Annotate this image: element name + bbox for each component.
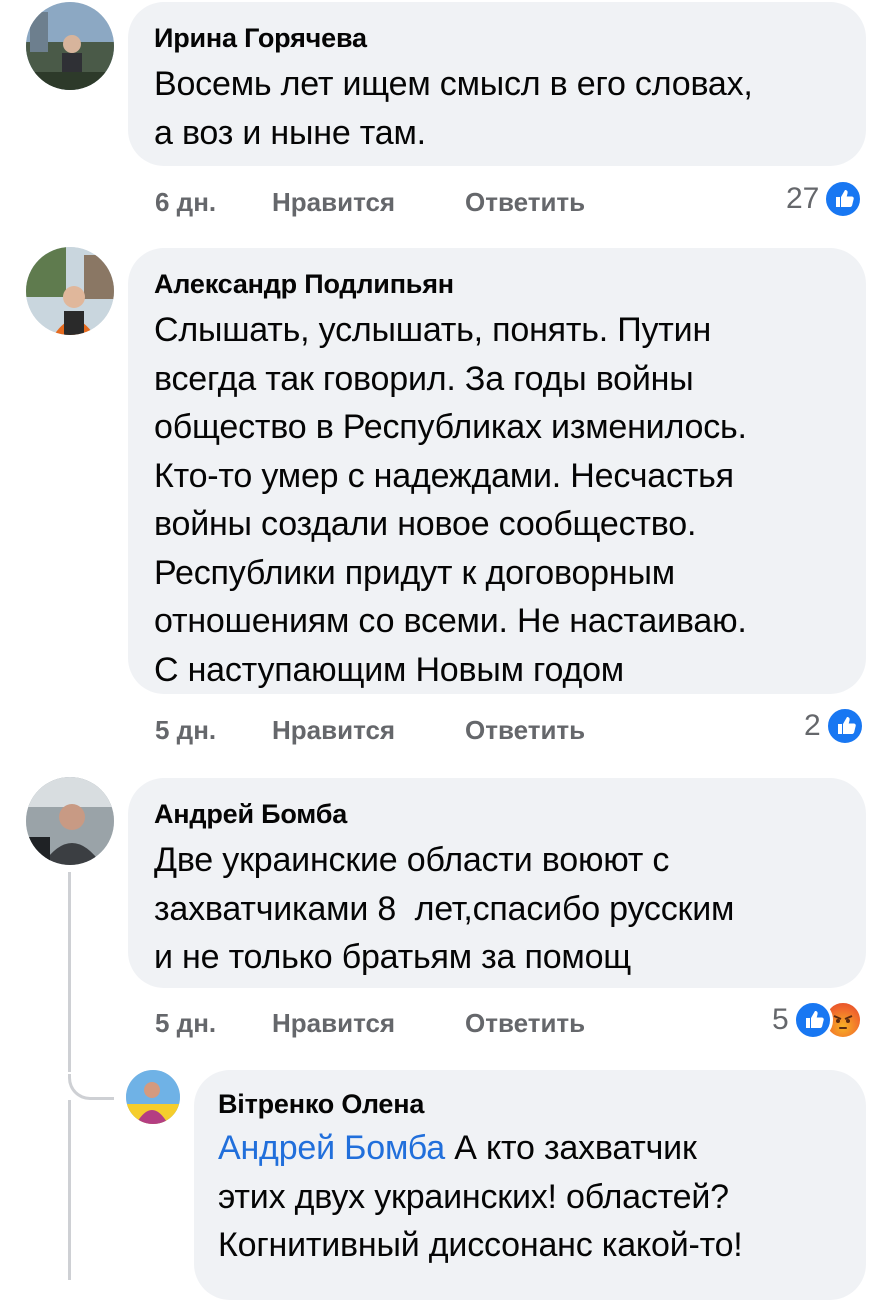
comment-bubble: Андрей Бомба Две украинские области воюю… xyxy=(128,778,866,988)
like-reaction-icon xyxy=(792,1000,833,1040)
comment-text: Две украинские области воюют с захватчик… xyxy=(154,836,846,982)
avatar[interactable] xyxy=(126,1070,180,1124)
like-button[interactable]: Нравится xyxy=(272,187,465,218)
like-reaction-icon xyxy=(823,179,864,219)
comment-actions: 5 дн. Нравится Ответить xyxy=(155,1005,585,1041)
comment-time[interactable]: 5 дн. xyxy=(155,715,272,746)
like-reaction-icon xyxy=(824,706,865,746)
reaction-count[interactable]: 27 xyxy=(786,179,864,219)
reply-text: Андрей Бомба А кто захватчик этих двух у… xyxy=(218,1124,850,1270)
comment-line: а воз и ныне там. xyxy=(154,113,426,152)
reaction-count[interactable]: 2 xyxy=(804,706,865,746)
comment-line: Кто-то умер с надеждами. Несчастья xyxy=(154,456,734,495)
reply-line: Когнитивный диссонанс какой-то! xyxy=(218,1226,743,1264)
comment-line: и не только братьям за помощ xyxy=(154,938,632,976)
avatar[interactable] xyxy=(26,247,114,335)
comment-time[interactable]: 5 дн. xyxy=(155,1008,272,1039)
like-button[interactable]: Нравится xyxy=(272,1008,465,1039)
comment-author[interactable]: Андрей Бомба xyxy=(154,798,846,830)
reply-button[interactable]: Ответить xyxy=(465,1008,585,1039)
comment-time[interactable]: 6 дн. xyxy=(155,187,272,218)
reaction-number: 27 xyxy=(786,182,820,215)
avatar[interactable] xyxy=(26,777,114,865)
reaction-count[interactable]: 5 xyxy=(772,1000,863,1040)
comment-line: Республики придут к договорным xyxy=(154,553,675,592)
comment-line: войны создали новое сообщество. xyxy=(154,505,697,543)
comment-line: Две украинские области воюют с xyxy=(154,841,670,879)
comment-line: отношениям со всеми. Не настаиваю. xyxy=(154,602,747,640)
reply-line-rest: А кто захватчик xyxy=(444,1129,697,1167)
comment-author[interactable]: Александр Подлипьян xyxy=(154,268,846,300)
reply-line: этих двух украинских! областей? xyxy=(218,1177,729,1216)
thread-curve xyxy=(68,1074,114,1100)
reaction-number: 5 xyxy=(772,1003,789,1036)
comment-line: Восемь лет ищем смысл в его словах, xyxy=(154,65,753,103)
comment-author[interactable]: Ирина Горячева xyxy=(154,22,838,54)
comment-actions: 5 дн. Нравится Ответить xyxy=(155,712,585,748)
comment-actions: 6 дн. Нравится Ответить xyxy=(155,184,585,220)
comment-line: Слышать, услышать, понять. Путин xyxy=(154,311,712,349)
reaction-number: 2 xyxy=(804,709,821,742)
comment-line: общество в Республиках изменилось. xyxy=(154,408,747,446)
thread-line xyxy=(68,1100,71,1280)
mention-link[interactable]: Андрей Бомба xyxy=(218,1129,445,1167)
reply-button[interactable]: Ответить xyxy=(465,715,585,746)
comment-line: захватчиками 8 лет,спасибо русским xyxy=(154,889,735,928)
comment-bubble: Ирина Горячева Восемь лет ищем смысл в е… xyxy=(128,2,866,166)
reply-bubble: Вітренко Олена Андрей Бомба А кто захват… xyxy=(194,1070,866,1300)
reply-author[interactable]: Вітренко Олена xyxy=(218,1088,850,1120)
comment-bubble: Александр Подлипьян Слышать, услышать, п… xyxy=(128,248,866,694)
like-button[interactable]: Нравится xyxy=(272,715,465,746)
reply-line: Андрей Бомба А кто захватчик xyxy=(218,1124,850,1173)
comment-line: С наступающим Новым годом xyxy=(154,650,624,689)
comment-line: всегда так говорил. За годы войны xyxy=(154,359,694,398)
avatar[interactable] xyxy=(26,2,114,90)
reply-button[interactable]: Ответить xyxy=(465,187,585,218)
thread-line xyxy=(68,872,71,1072)
comment-text: Слышать, услышать, понять. Путин всегда … xyxy=(154,306,846,694)
comment-text: Восемь лет ищем смысл в его словах, а во… xyxy=(154,60,838,157)
